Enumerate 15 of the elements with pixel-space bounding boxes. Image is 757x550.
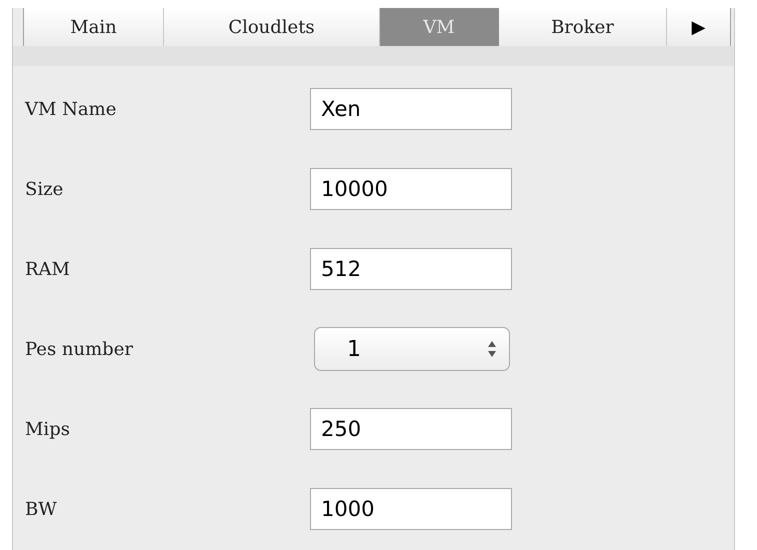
field-label: Size — [24, 178, 64, 202]
input-field[interactable]: Xen — [310, 88, 512, 130]
stepper-value: 1 — [347, 336, 361, 364]
field-label: RAM — [24, 258, 71, 282]
field-label: Pes number — [24, 338, 134, 362]
up-down-arrows-icon — [487, 340, 497, 358]
input-field[interactable]: 250 — [310, 408, 512, 450]
input-field[interactable]: 1000 — [310, 488, 512, 530]
field-label: VM Name — [24, 98, 118, 122]
tab-scroll-button[interactable]: ▶ — [667, 8, 730, 46]
field-label: Mips — [24, 418, 71, 442]
input-field[interactable]: 10000 — [310, 168, 512, 210]
input-field[interactable]: 512 — [310, 248, 512, 290]
field-label: BW — [24, 498, 58, 522]
number-stepper[interactable]: 1 — [314, 327, 510, 371]
